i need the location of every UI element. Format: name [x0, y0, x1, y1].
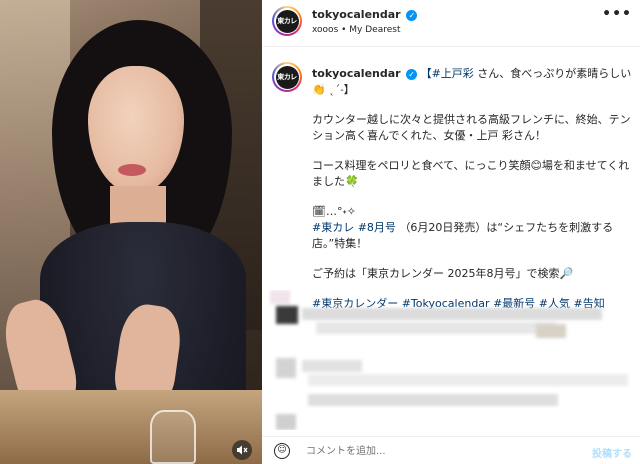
obscured-block	[276, 358, 296, 378]
smiley-icon[interactable]: ☺	[274, 443, 290, 459]
account-avatar[interactable]: 東カレ	[272, 6, 302, 36]
caption-username[interactable]: tokyocalendar	[312, 67, 401, 80]
obscured-block	[536, 324, 566, 338]
caption-avatar[interactable]: 東カレ	[272, 62, 302, 92]
comment-input[interactable]	[306, 443, 566, 459]
speaker-muted-icon[interactable]	[232, 440, 252, 460]
caption-headline-end: 👏 ˎˊ˗】	[312, 83, 355, 96]
obscured-block	[302, 308, 602, 320]
obscured-block	[276, 306, 298, 324]
photo-wine-glass	[150, 410, 196, 464]
header-divider	[262, 46, 640, 47]
caption-headline-tag[interactable]: 【#上戸彩	[421, 67, 474, 80]
comment-composer: ☺ 投稿する	[262, 436, 640, 464]
comments-list-obscured	[268, 290, 638, 430]
verified-badge-icon: ✓	[406, 9, 418, 21]
obscured-block	[316, 322, 556, 334]
more-options-icon[interactable]: •••	[602, 6, 632, 22]
obscured-block	[302, 360, 362, 372]
obscured-block	[308, 374, 628, 386]
post-media[interactable]	[0, 0, 262, 464]
avatar-logo-text: 東カレ	[275, 9, 299, 33]
caption-calendar-line: 🗓…°˖✧	[312, 205, 356, 218]
hashtag-higashikare[interactable]: #東カレ	[312, 221, 354, 234]
post-caption: tokyocalendar ✓ 【#上戸彩 さん、食べっぷりが素晴らしい 👏 ˎ…	[312, 66, 634, 312]
caption-paragraph-3: コース料理をペロリと食べて、にっこり笑顔😊場を和ませてくれました🍀	[312, 159, 630, 188]
caption-verified-badge-icon: ✓	[406, 68, 418, 80]
caption-headline-text: さん、食べっぷりが素晴らしい	[473, 67, 632, 80]
header-username-row: tokyocalendar ✓	[312, 8, 418, 21]
caption-paragraph-2: カウンター越しに次々と提供される高級フレンチに、終始、テンション高く喜んでくれた…	[312, 113, 631, 142]
obscured-block	[276, 414, 296, 430]
photo-table	[0, 390, 262, 464]
header-audio-info[interactable]: xooos • My Dearest	[312, 25, 400, 35]
post-comment-button[interactable]: 投稿する	[592, 445, 632, 460]
hashtag-issue[interactable]: #8月号	[358, 221, 396, 234]
obscured-block	[308, 394, 558, 406]
caption-avatar-logo-text: 東カレ	[275, 65, 299, 89]
header-username[interactable]: tokyocalendar	[312, 8, 401, 21]
post-details-panel: 東カレ tokyocalendar ✓ xooos • My Dearest •…	[262, 0, 640, 464]
obscured-block	[270, 290, 290, 304]
caption-paragraph-5: ご予約は「東京カレンダー 2025年8月号」で検索🔎	[312, 267, 574, 280]
photo-subject-lips	[118, 164, 146, 176]
